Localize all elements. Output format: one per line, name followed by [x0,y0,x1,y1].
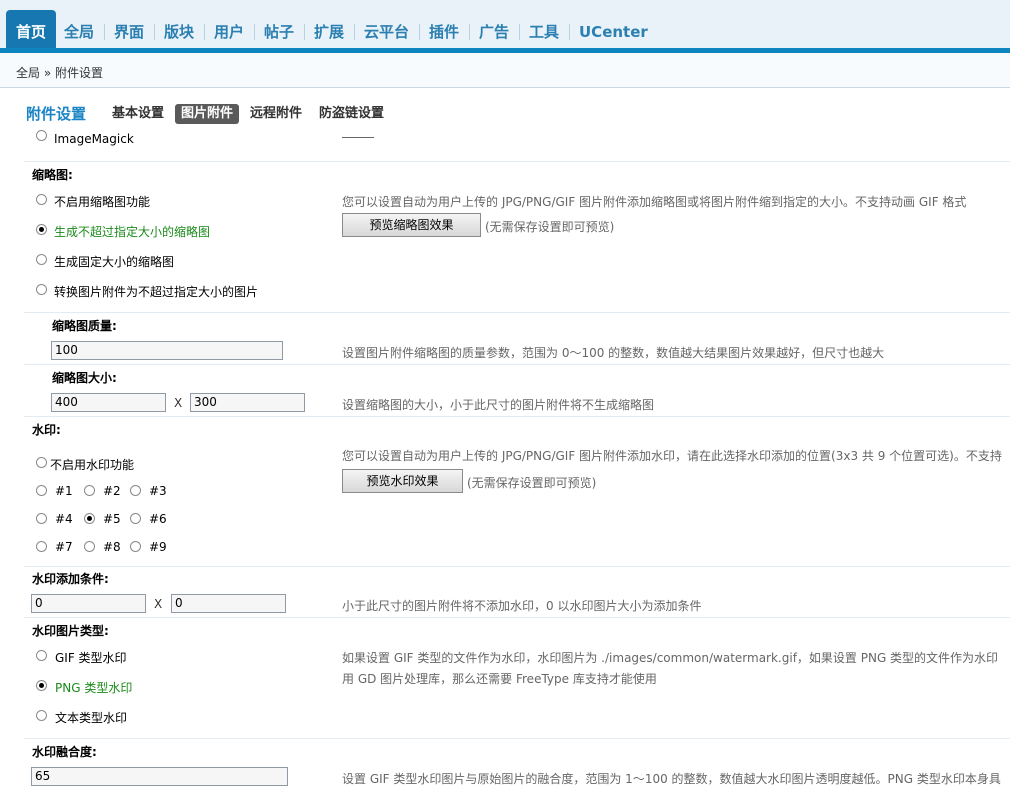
watermark-label: 水印: [32,423,61,437]
watermark-type-radio[interactable] [36,650,47,661]
nav-tab-home[interactable]: 首页 [6,10,57,52]
imagemagick-radio[interactable] [36,130,47,141]
thumb-label: 缩略图: [32,168,73,182]
watermark-position-label: #7 [55,540,73,554]
watermark-off-label: 不启用水印功能 [50,458,135,472]
section-divider [24,566,1010,567]
sub-navigation: 附件设置 基本设置 图片附件 远程附件 防盗链设置 [0,100,1010,130]
nav-tab-cloud[interactable]: 云平台 [354,14,419,50]
thumb-option-radio[interactable] [36,224,47,235]
watermark-type-option: 文本类型水印 [55,711,128,725]
section-divider [24,364,1010,365]
watermark-position-label: #5 [103,512,121,526]
thumb-quality-label: 缩略图质量: [52,319,117,333]
size-separator: X [174,396,183,410]
watermark-blend-label: 水印融合度: [32,745,97,759]
watermark-min-height-input[interactable] [171,594,286,613]
thumb-option-label: 不启用缩略图功能 [54,195,151,209]
preview-watermark-button[interactable]: 预览水印效果 [342,469,463,493]
condition-separator: X [154,597,163,611]
watermark-type-description: 用 GD 图片处理库，那么还需要 FreeType 库支持才能使用 [342,672,657,686]
watermark-blend-description: 设置 GIF 类型水印图片与原始图片的融合度，范围为 1～100 的整数，数值越… [342,772,1001,786]
watermark-type-radio[interactable] [36,680,47,691]
section-divider [24,161,1010,162]
thumb-option-label: 生成不超过指定大小的缩略图 [54,225,211,239]
section-divider [24,617,1010,618]
watermark-type-radio[interactable] [36,710,47,721]
watermark-preview-note: (无需保存设置即可预览) [467,476,597,490]
thumb-option-label: 转换图片附件为不超过指定大小的图片 [54,285,259,299]
watermark-position-radio[interactable] [130,513,141,524]
thumb-option-radio[interactable] [36,194,47,205]
thumb-size-label: 缩略图大小: [52,371,117,385]
thumb-height-input[interactable] [190,393,305,412]
watermark-type-description: 如果设置 GIF 类型的文件作为水印，水印图片为 ./images/common… [342,651,999,665]
watermark-off-radio[interactable] [36,457,47,468]
watermark-type-option: PNG 类型水印 [55,681,133,695]
imagemagick-label: ImageMagick [54,132,134,146]
thumb-option-label: 生成固定大小的缩略图 [54,255,175,269]
thumb-quality-input[interactable] [51,341,283,360]
nav-tab-ucenter[interactable]: UCenter [569,14,658,50]
watermark-position-radio[interactable] [84,485,95,496]
nav-tab-users[interactable]: 用户 [204,14,254,50]
watermark-position-label: #2 [103,484,121,498]
nav-tab-forums[interactable]: 版块 [154,14,204,50]
breadcrumb: 全局 » 附件设置 [16,66,103,80]
nav-tab-posts[interactable]: 帖子 [254,14,304,50]
thumb-description: 您可以设置自动为用户上传的 JPG/PNG/GIF 图片附件添加缩略图或将图片附… [342,195,967,209]
watermark-blend-input[interactable] [31,767,288,786]
section-divider [24,416,1010,417]
page-title: 附件设置 [26,105,87,123]
imagemagick-row: ImageMagick [0,130,1010,146]
watermark-position-label: #9 [149,540,167,554]
nav-tab-interface[interactable]: 界面 [104,14,154,50]
breadcrumb-bar: 全局 » 附件设置 [0,53,1010,88]
watermark-position-radio[interactable] [84,513,95,524]
thumb-option-radio[interactable] [36,284,47,295]
nav-tab-tools[interactable]: 工具 [519,14,569,50]
thumb-size-description: 设置缩略图的大小，小于此尺寸的图片附件将不生成缩略图 [342,398,655,412]
tab-remote-attachments[interactable]: 远程附件 [244,104,308,124]
watermark-condition-description: 小于此尺寸的图片附件将不添加水印，0 以水印图片大小为添加条件 [342,599,702,613]
tab-basic-settings[interactable]: 基本设置 [106,104,170,124]
watermark-position-label: #1 [55,484,73,498]
nav-tab-ads[interactable]: 广告 [469,14,519,50]
nav-tab-plugins[interactable]: 插件 [419,14,469,50]
section-divider [24,312,1010,313]
nav-tab-extensions[interactable]: 扩展 [304,14,354,50]
watermark-position-label: #6 [149,512,167,526]
nav-tab-global[interactable]: 全局 [54,14,104,50]
top-navigation: 首页 全局 界面 版块 用户 帖子 扩展 云平台 插件 广告 工具 UCente… [0,0,1010,53]
section-divider [24,738,1010,739]
watermark-position-radio[interactable] [36,513,47,524]
watermark-description: 您可以设置自动为用户上传的 JPG/PNG/GIF 图片附件添加水印，请在此选择… [342,449,1002,463]
thumb-option-radio[interactable] [36,254,47,265]
watermark-position-radio[interactable] [84,541,95,552]
watermark-position-radio[interactable] [36,541,47,552]
watermark-condition-label: 水印添加条件: [32,572,109,586]
watermark-position-radio[interactable] [36,485,47,496]
preview-thumb-button[interactable]: 预览缩略图效果 [342,213,481,237]
watermark-type-label: 水印图片类型: [32,624,109,638]
watermark-position-label: #8 [103,540,121,554]
watermark-position-label: #3 [149,484,167,498]
watermark-position-radio[interactable] [130,541,141,552]
watermark-min-width-input[interactable] [31,594,146,613]
imagemagick-underline [342,137,374,138]
tab-hotlink-protection[interactable]: 防盗链设置 [313,104,390,124]
watermark-position-label: #4 [55,512,73,526]
watermark-type-option: GIF 类型水印 [55,651,127,665]
tab-image-attachments[interactable]: 图片附件 [175,104,240,124]
thumb-preview-note: (无需保存设置即可预览) [485,220,615,234]
thumb-quality-description: 设置图片附件缩略图的质量参数，范围为 0～100 的整数，数值越大结果图片效果越… [342,346,885,360]
thumb-width-input[interactable] [51,393,166,412]
watermark-position-radio[interactable] [130,485,141,496]
